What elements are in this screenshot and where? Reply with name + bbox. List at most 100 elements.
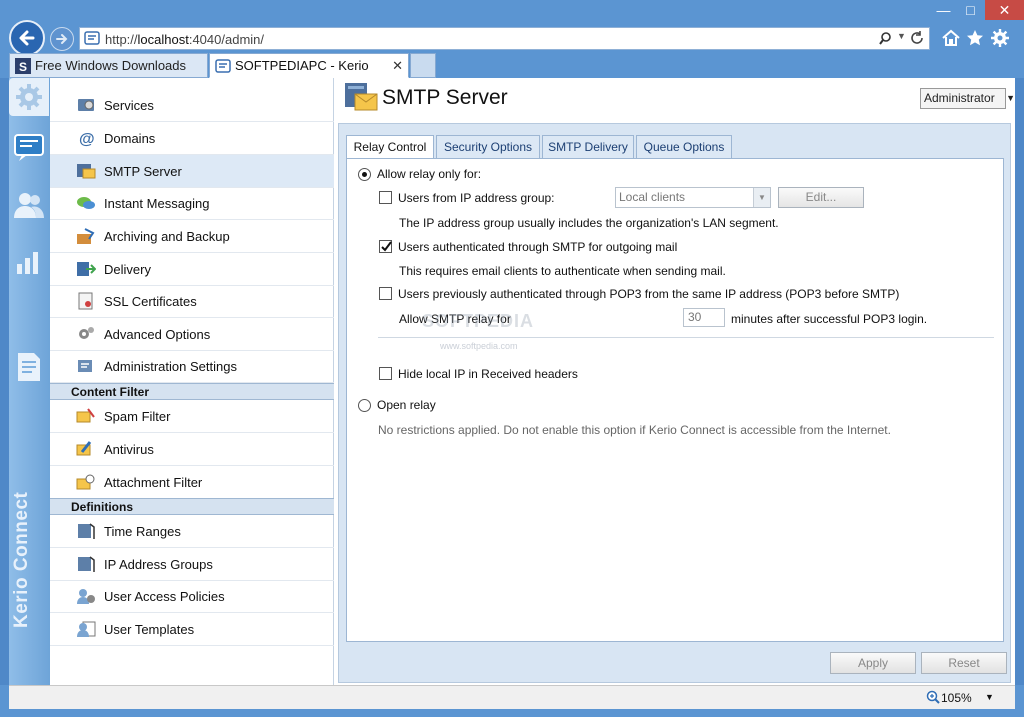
spam-filter-icon xyxy=(76,408,95,423)
watermark-url: www.softpedia.com xyxy=(440,341,518,351)
gear-icon[interactable] xyxy=(990,28,1010,48)
sidebar-item-attachment-filter[interactable]: Attachment Filter xyxy=(50,466,334,499)
refresh-icon[interactable] xyxy=(909,30,925,46)
search-icon[interactable] xyxy=(879,31,895,47)
ip-group-label: Users from IP address group: xyxy=(398,191,555,205)
antivirus-icon xyxy=(76,441,92,456)
smtp-server-icon xyxy=(345,83,378,111)
hide-local-ip-label: Hide local IP in Received headers xyxy=(398,367,578,381)
minimize-button[interactable]: — xyxy=(930,0,957,20)
sidebar-item-label: Domains xyxy=(104,131,156,146)
tab-security-options[interactable]: Security Options xyxy=(436,135,540,158)
allow-relay-label: Allow relay only for: xyxy=(377,167,482,181)
back-button[interactable] xyxy=(9,20,45,56)
browser-tab-kerio[interactable]: SOFTPEDIAPC - Kerio Conn... ✕ xyxy=(209,53,409,96)
page-title: SMTP Server xyxy=(382,86,508,109)
section-heading: Definitions xyxy=(71,500,133,514)
logs-icon[interactable] xyxy=(12,350,46,384)
tab-relay-control[interactable]: Relay Control xyxy=(346,135,434,159)
sidebar-item-spam-filter[interactable]: Spam Filter xyxy=(50,400,334,433)
sidebar-item-services[interactable]: Services xyxy=(50,89,334,122)
forward-button[interactable] xyxy=(50,27,74,51)
chevron-down-icon[interactable]: ▼ xyxy=(985,692,994,702)
gear-icon xyxy=(16,84,42,110)
favorites-star-icon[interactable] xyxy=(965,28,985,48)
allow-relay-radio[interactable] xyxy=(358,168,371,181)
ip-group-select[interactable]: Local clients ▼ xyxy=(615,187,771,208)
user-menu[interactable]: Administrator ▼ xyxy=(920,88,1015,109)
user-menu-label: Administrator xyxy=(924,91,995,105)
sidebar-item-user-templates[interactable]: User Templates xyxy=(50,613,334,646)
sidebar-item-archiving-backup[interactable]: Archiving and Backup xyxy=(50,220,334,253)
sidebar-item-instant-messaging[interactable]: Instant Messaging xyxy=(50,187,334,220)
sidebar-item-user-access-policies[interactable]: User Access Policies xyxy=(50,580,334,613)
sidebar-item-label: Attachment Filter xyxy=(104,475,203,490)
browser-chrome: — □ ✕ http://localhost:4040/admin/ ▼ S F… xyxy=(0,0,1024,96)
pop3-before-smtp-checkbox[interactable] xyxy=(379,287,392,300)
time-ranges-icon xyxy=(78,523,95,539)
home-icon[interactable] xyxy=(941,28,961,48)
sidebar-item-ssl-certificates[interactable]: SSL Certificates xyxy=(50,285,334,318)
pop3-minutes-input[interactable]: 30 xyxy=(683,308,725,327)
user-policy-icon xyxy=(77,589,95,604)
browser-tab-strip: S Free Windows Downloads SOFTPEDIAPC - K… xyxy=(0,53,1024,96)
sidebar-item-label: Time Ranges xyxy=(104,524,181,539)
close-window-button[interactable]: ✕ xyxy=(985,0,1024,20)
sidebar-item-delivery[interactable]: Delivery xyxy=(50,253,334,286)
close-tab-icon[interactable]: ✕ xyxy=(392,54,403,77)
sidebar-item-domains[interactable]: @ Domains xyxy=(50,122,334,155)
page-header: SMTP Server Administrator ▼ xyxy=(335,78,1015,122)
reset-button[interactable]: Reset xyxy=(921,652,1007,674)
sidebar-item-label: Services xyxy=(104,98,154,113)
divider xyxy=(378,337,994,338)
content-area: Relay Control Security Options SMTP Deli… xyxy=(338,123,1011,683)
browser-tab-softpedia[interactable]: S Free Windows Downloads xyxy=(9,53,208,78)
edit-button[interactable]: Edit... xyxy=(778,187,864,208)
open-relay-radio[interactable] xyxy=(358,399,371,412)
new-tab-button[interactable] xyxy=(410,53,436,78)
messaging-icon[interactable] xyxy=(12,130,46,164)
checkmark-icon xyxy=(381,241,392,252)
smtp-auth-checkbox[interactable] xyxy=(379,240,392,253)
sidebar-item-ip-address-groups[interactable]: IP Address Groups xyxy=(50,548,334,581)
statistics-icon[interactable] xyxy=(12,244,46,278)
left-rail: Kerio Connect xyxy=(9,78,50,685)
smtp-server-icon xyxy=(77,164,96,179)
sidebar-item-antivirus[interactable]: Antivirus xyxy=(50,433,334,466)
sidebar-item-label: SSL Certificates xyxy=(104,294,197,309)
address-bar[interactable]: http://localhost:4040/admin/ ▼ xyxy=(79,27,930,50)
attachment-filter-icon xyxy=(76,474,95,490)
sidebar-item-label: Delivery xyxy=(104,262,151,277)
configuration-tab[interactable] xyxy=(9,78,49,116)
status-bar: 105% ▼ xyxy=(0,685,1024,717)
zoom-level[interactable]: 105% xyxy=(941,691,972,705)
gears-icon xyxy=(79,327,94,339)
sidebar-item-label: Instant Messaging xyxy=(104,196,210,211)
ip-group-hint: The IP address group usually includes th… xyxy=(399,216,779,230)
at-sign-icon: @ xyxy=(79,131,95,147)
watermark: SOFTPEDIA xyxy=(422,311,535,331)
sidebar-item-smtp-server[interactable]: SMTP Server xyxy=(50,155,334,188)
zoom-icon[interactable] xyxy=(926,690,940,704)
main-panel: SMTP Server Administrator ▼ Relay Control… xyxy=(335,78,1015,685)
hide-local-ip-checkbox[interactable] xyxy=(379,367,392,380)
chevron-down-icon[interactable]: ▼ xyxy=(897,31,906,41)
svg-text:S: S xyxy=(19,60,27,74)
sidebar-item-label: Archiving and Backup xyxy=(104,229,230,244)
browser-tab-label: Free Windows Downloads xyxy=(35,58,187,73)
maximize-button[interactable]: □ xyxy=(957,0,984,20)
sidebar-item-administration-settings[interactable]: Administration Settings xyxy=(50,350,334,383)
users-icon[interactable] xyxy=(12,188,46,222)
arrow-right-icon xyxy=(56,34,68,44)
tab-smtp-delivery[interactable]: SMTP Delivery xyxy=(542,135,634,158)
ip-group-checkbox[interactable] xyxy=(379,191,392,204)
pop3-relay-suffix: minutes after successful POP3 login. xyxy=(731,312,928,326)
sidebar-item-advanced-options[interactable]: Advanced Options xyxy=(50,318,334,351)
softpedia-icon: S xyxy=(15,58,31,74)
sidebar-item-label: IP Address Groups xyxy=(104,557,213,572)
sidebar-item-label: Administration Settings xyxy=(104,359,237,374)
sidebar-item-label: Advanced Options xyxy=(104,327,211,342)
apply-button[interactable]: Apply xyxy=(830,652,916,674)
tab-queue-options[interactable]: Queue Options xyxy=(636,135,732,158)
sidebar-item-time-ranges[interactable]: Time Ranges xyxy=(50,515,334,548)
